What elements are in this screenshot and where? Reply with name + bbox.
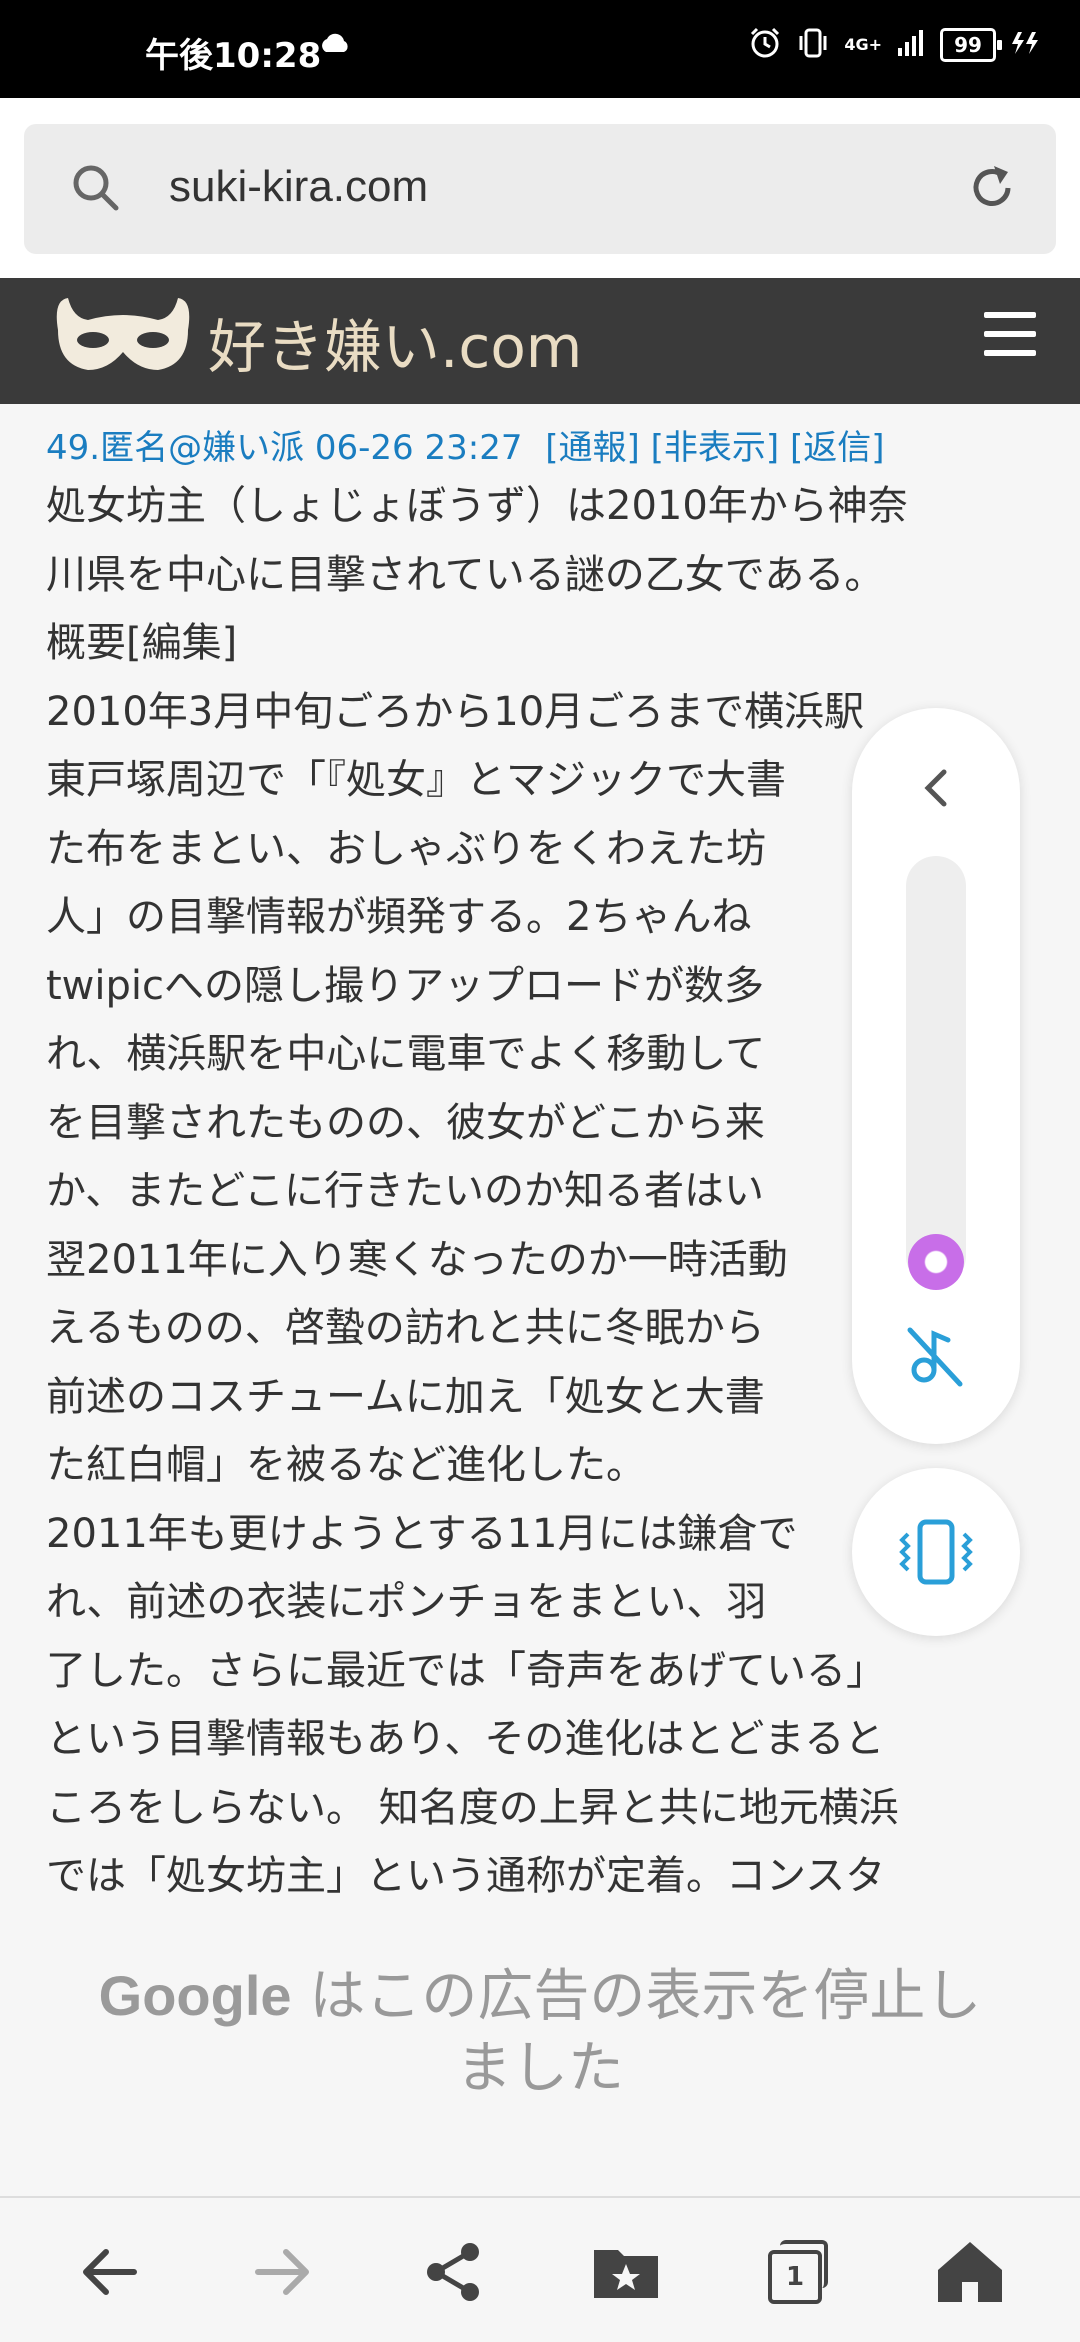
- network-indicator: 4G+: [844, 37, 882, 53]
- share-icon[interactable]: [418, 2236, 490, 2308]
- volume-panel: [852, 708, 1020, 1444]
- back-arrow-icon[interactable]: [74, 2236, 146, 2308]
- report-link[interactable]: [通報]: [545, 428, 640, 468]
- ad-closed-message: Google はこの広告の表示を停止し ました: [40, 1960, 1040, 2105]
- tabs-count-icon[interactable]: 1: [768, 2240, 828, 2304]
- address-bar[interactable]: suki-kira.com: [24, 124, 1056, 254]
- forward-arrow-icon[interactable]: [246, 2236, 318, 2308]
- collapse-chevron-icon[interactable]: [916, 764, 956, 816]
- site-header: 好き嫌い.com: [0, 278, 1080, 404]
- hide-link[interactable]: [非表示]: [651, 428, 780, 468]
- ad-message-line1: はこの広告の表示を停止し: [291, 1964, 982, 2029]
- home-icon[interactable]: [934, 2236, 1006, 2308]
- cloud-icon: [318, 32, 352, 58]
- status-bar: 午後10:28 4G+ 99: [0, 0, 1080, 98]
- comment-line: 処女坊主（しょじょぼうず）は2010年から神奈: [46, 483, 908, 529]
- comment-author-date: 49.匿名@嫌い派 06-26 23:27: [46, 428, 523, 468]
- vibrate-status-icon: [796, 26, 830, 64]
- volume-slider-knob[interactable]: [908, 1234, 964, 1290]
- url-text[interactable]: suki-kira.com: [169, 162, 428, 212]
- site-logo[interactable]: 好き嫌い.com: [48, 290, 582, 394]
- reply-link[interactable]: [返信]: [790, 428, 885, 468]
- bookmarks-icon[interactable]: [590, 2236, 662, 2308]
- mask-icon: [48, 290, 198, 394]
- comment-line: 概要[編集]: [46, 620, 238, 666]
- menu-icon[interactable]: [984, 312, 1036, 368]
- alarm-icon: [748, 26, 782, 64]
- google-logo: Google: [98, 1964, 292, 2027]
- charging-icon: [1010, 28, 1040, 62]
- comment-line: ころをしらない。 知名度の上昇と共に地元横浜: [46, 1784, 899, 1831]
- vibrate-mode-button[interactable]: [852, 1468, 1020, 1636]
- battery-indicator: 99: [940, 28, 1002, 62]
- mute-icon[interactable]: [902, 1322, 970, 1394]
- reload-icon[interactable]: [964, 160, 1020, 220]
- comment-meta: 49.匿名@嫌い派 06-26 23:27 [通報] [非表示] [返信]: [46, 424, 1046, 472]
- comment-line: という目撃情報もあり、その進化はとどまると: [46, 1716, 885, 1762]
- signal-icon: [896, 28, 926, 62]
- vibrate-icon: [899, 1519, 973, 1585]
- site-logo-text: 好き嫌い.com: [208, 313, 583, 381]
- volume-slider[interactable]: [906, 856, 966, 1286]
- status-time: 午後10:28: [145, 36, 322, 76]
- ad-message-line2: ました: [456, 2036, 624, 2101]
- network-type: 4G+: [844, 35, 882, 54]
- bottom-nav: 1: [0, 2196, 1080, 2342]
- comment-line: 了した。さらに最近では「奇声をあげている」: [46, 1647, 886, 1694]
- search-icon: [68, 160, 124, 220]
- browser-toolbar: suki-kira.com: [0, 98, 1080, 278]
- comment-line: では「処女坊主」という通称が定着。コンスタ: [46, 1853, 886, 1899]
- comment-line: 川県を中心に目撃されている謎の乙女である。: [46, 551, 885, 598]
